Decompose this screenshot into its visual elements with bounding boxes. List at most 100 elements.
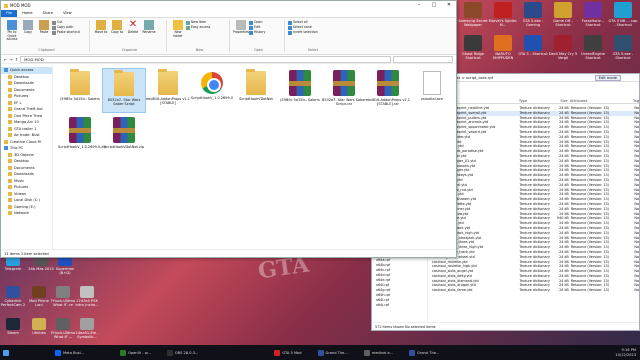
desktop-shortcut[interactable]: ForzaHoriz... Shortcut [578,2,608,27]
properties-icon [236,20,246,30]
file-name: zsmaltal.ace [420,97,443,101]
cell-name: casinoui_slots_fame.ytd [432,288,473,293]
search-input[interactable] [393,55,453,63]
nav-item[interactable]: Network [1,210,52,217]
edit-icon [249,25,253,30]
file-item[interactable]: ebd816-AddonProps v1.1 [STABLE].rar [366,68,410,113]
easy-access-icon [186,25,190,30]
edit-mode-button[interactable]: Edit mode [594,74,621,81]
desktop-shortcut[interactable]: GTA 5.exe - Gaming [518,2,548,27]
history-icon [249,30,253,35]
desktop-shortcut[interactable]: Cyberlink PerfectCam 2 [0,286,26,307]
app-icon [166,349,173,356]
desktop-shortcut[interactable]: FHuck-Ulltmo What IF ... [50,318,76,339]
file-item[interactable]: ebd816-AddonProps v1.1 [STABLE] [146,68,190,113]
history-button[interactable]: History [249,30,265,35]
clipboard-group-label: Clipboard [38,48,55,52]
desktop-shortcut[interactable]: UnrealEngine Shortcut [578,35,608,60]
shortcut-label: NARUTO SHIPPUDEN [492,52,514,61]
table-row[interactable]: casinoui_slots_fame.ytd Texture dictionar… [430,288,639,293]
file-item[interactable]: 8532a7- Star Wars Saber Script.rar [322,68,366,113]
file-item[interactable]: ScriptHookV_1.0.2699.0.zip [58,115,106,160]
desktop-shortcut[interactable]: Steam [0,318,26,335]
desktop-shortcut[interactable]: FHuck-Ulltmo What IF -re [50,286,76,307]
desktop-shortcut[interactable]: GTA 5 NB ... cap - Shortcut [608,2,638,27]
header-size[interactable]: Size [554,98,570,103]
tree-item[interactable]: x64j.rpf [376,303,427,308]
desktop-shortcut[interactable]: Mod Phone Loni [26,286,52,307]
desktop-shortcut[interactable]: GTA 5 - Shortcut [518,35,548,56]
history-label: History [254,30,266,34]
back-arrow-icon[interactable]: ← [4,57,7,62]
windows-logo-icon [3,349,9,356]
taskbar-app[interactable]: OpenIV - w... [117,345,154,360]
header-tag[interactable]: Tag [633,98,639,103]
maximize-button[interactable]: □ [427,1,441,10]
tab-home[interactable]: Home [17,10,38,17]
shortcut-icon [6,318,20,330]
desktop-shortcut[interactable]: GTA 5.exe - Shortcut [608,35,638,60]
header-attributes[interactable]: Attributes [570,98,633,103]
invert-selection-button[interactable]: Invert selection [288,30,318,35]
taskbar-app-label: Meta Busi... [63,350,85,355]
minimize-button[interactable]: – [412,1,426,10]
start-button[interactable] [0,345,12,360]
close-button[interactable]: ✕ [442,1,456,10]
shortcut-icon [524,35,542,51]
taskbar-app[interactable]: Meta Busi... [52,345,87,360]
ribbon-tabs: File Home Share View [1,10,456,17]
file-item[interactable]: ScriptHookV_1.0.2699.0 [190,68,234,113]
clock[interactable]: 9:16 PM 10/12/2023 [615,348,640,358]
taskbar-app[interactable]: medinei.e... [361,345,396,360]
desktop-shortcut[interactable]: 14ea91-Ele - Symbolic... [74,318,100,339]
move-to-label: Move to [94,30,108,34]
open-group-label: Open [253,48,264,52]
taskbar-app[interactable]: OBS 28.0.3... [164,345,202,360]
desktop-shortcut[interactable]: 17d7e4 PSX Intro (ncha... [74,286,100,307]
taskbar-app[interactable]: GTA 5 Mod [271,345,304,360]
tab-share[interactable]: Share [38,10,58,17]
shortcut-icon [56,286,70,298]
desktop-shortcut[interactable]: Game Off - Shortcut [548,2,578,27]
up-arrow-icon[interactable]: ↑ [15,57,18,62]
desktop-shortcut[interactable]: Samsung Secret Wallpaper [458,2,488,27]
new-folder-label: New folder [173,30,183,38]
file-item[interactable]: 8532a7- Star Wars Saber Script [102,68,146,113]
taskbar-app[interactable]: Grand The... [315,345,351,360]
desktop-shortcut[interactable]: Ghost Ridge Shortcut [458,35,488,60]
shortcut-icon [554,35,572,51]
desktop-shortcut[interactable]: Devil May Cry 5 Vergil [548,35,578,60]
cell-type: Texture dictionary [519,288,550,293]
tab-view[interactable]: View [58,10,77,17]
ribbon: Pin to Quick access Copy Paste Cut Copy … [1,17,456,55]
easy-access-button[interactable]: Easy access [186,25,210,30]
shortcut-icon [80,318,94,330]
file-item[interactable]: ScriptHookVDotNet.zip [102,115,146,160]
taskbar-app[interactable]: Grand The... [406,345,442,360]
nav-item-icon [8,133,12,138]
desktop-shortcut[interactable]: NARUTO SHIPPUDEN [488,35,518,60]
file-item[interactable]: (E9B9c 5d15Ic- Sabers [58,68,102,113]
app-icon [120,349,127,356]
file-item[interactable]: (E9B9c 5d15Ic- Sabers [278,68,322,113]
taskbar-app-label: Grand The... [325,350,348,355]
desktop-shortcut[interactable]: Marvel's Spider-M... [488,2,518,27]
shortcut-label: Game Off - Shortcut [553,19,573,28]
nav-item-icon [8,120,12,125]
shortcut-icon [554,2,572,18]
desktop-shortcut[interactable]: Utilities [26,318,52,335]
tab-file[interactable]: File [1,10,18,17]
file-item[interactable]: zsmaltal.ace [410,68,454,113]
taskbar: Meta Busi... OpenIV - w... OBS 28.0.3... GT… [0,345,640,360]
paste-shortcut-button[interactable]: Paste shortcut [52,30,80,35]
taskbar-app-label: OpenIV - w... [128,350,151,355]
header-type[interactable]: Type [519,98,554,103]
app-icon [363,349,370,356]
folder-icon [246,69,266,95]
forward-arrow-icon[interactable]: → [9,57,12,62]
rename-icon [144,20,154,30]
open-group: Properties Open Edit History Open [233,20,285,52]
nav-item-icon [4,139,8,144]
file-item[interactable]: ScriptHookVDotNet [234,68,278,113]
address-bar[interactable]: MOD MOD [20,55,391,63]
